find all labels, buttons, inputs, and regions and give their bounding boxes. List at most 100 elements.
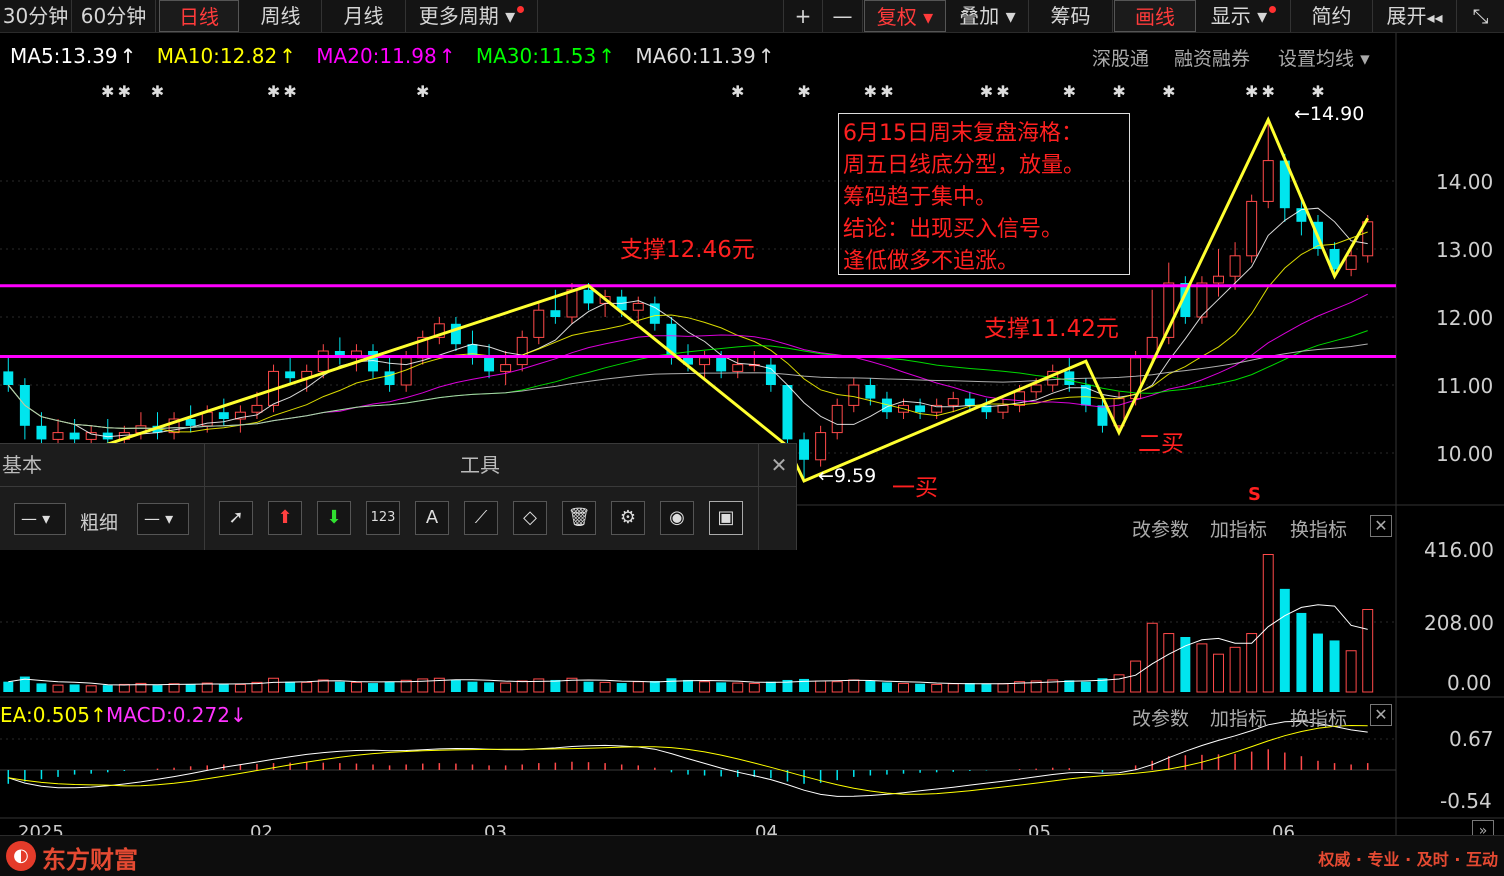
close-icon[interactable]: ✕ <box>1370 704 1392 726</box>
brand-slogan: 权威 · 专业 · 及时 · 互动 <box>1318 850 1498 869</box>
price-axis-tick: 10.00 <box>1436 442 1494 466</box>
support-label-2[interactable]: 支撑11.42元 <box>984 309 1119 343</box>
event-marker-icon: ✱ <box>1112 82 1125 101</box>
volume-bar <box>450 679 461 692</box>
volume-bar <box>915 683 926 692</box>
volume-bar <box>649 681 660 692</box>
event-marker-icon: ✱ <box>101 82 114 101</box>
volume-bar <box>931 683 943 693</box>
volume-bar <box>964 683 975 692</box>
drawing-tools-panel: 基本 工具 ✕ — ▾ 粗细 — ▾ ➚ ⬆ ⬇ 123 A ⟋ ◇ 🗑 ⚙ ◉… <box>0 443 797 550</box>
volume-bar <box>1080 681 1091 692</box>
number-icon[interactable]: 123 <box>366 501 400 535</box>
volume-bar <box>1296 612 1307 692</box>
volume-bar <box>285 681 296 692</box>
pointer-icon[interactable]: ➚ <box>219 501 253 535</box>
volume-axis-tick: 416.00 <box>1424 538 1494 562</box>
candle-body <box>1262 160 1274 202</box>
volume-bar <box>350 681 362 693</box>
line-style-select[interactable]: — ▾ <box>14 503 66 535</box>
event-marker-icon: ✱ <box>864 82 877 101</box>
volume-add-indicator-link[interactable]: 加指标 <box>1210 515 1267 542</box>
candle-body <box>848 384 860 406</box>
candle-body <box>516 336 528 366</box>
event-marker-icon: ✱ <box>1063 82 1076 101</box>
trash-icon[interactable]: 🗑 <box>562 501 596 535</box>
macd-change-param-link[interactable]: 改参数 <box>1132 704 1189 731</box>
gear-icon[interactable]: ⚙ <box>611 501 645 535</box>
volume-bar <box>500 682 512 693</box>
image-icon[interactable]: ▣ <box>709 501 743 535</box>
buy-point-2-label[interactable]: 二买 <box>1138 424 1184 458</box>
close-icon[interactable]: ✕ <box>1370 515 1392 537</box>
candle-body <box>1345 255 1357 270</box>
volume-bar <box>334 681 345 692</box>
volume-bar <box>301 681 313 693</box>
review-note-box[interactable]: 6月15日周末复盘海格： 周五日线底分型，放量。 筹码趋于集中。 结论：出现买入… <box>838 113 1130 275</box>
candle-body <box>384 371 395 385</box>
candle-body <box>500 364 512 372</box>
event-marker-icon: ✱ <box>151 82 164 101</box>
volume-bar <box>152 685 163 692</box>
candle-body <box>865 385 876 399</box>
thickness-select[interactable]: — ▾ <box>137 503 189 535</box>
volume-bar <box>36 683 47 692</box>
support-label-1[interactable]: 支撑12.46元 <box>620 230 755 264</box>
volume-bar <box>632 681 644 693</box>
macd-add-indicator-link[interactable]: 加指标 <box>1210 704 1267 731</box>
close-icon[interactable]: ✕ <box>768 455 790 477</box>
brand-name: 东方财富 <box>42 846 138 874</box>
eraser-icon[interactable]: ◇ <box>513 501 547 535</box>
volume-switch-indicator-link[interactable]: 换指标 <box>1290 515 1347 542</box>
volume-bar <box>1113 674 1125 693</box>
ruler-icon[interactable]: ⟋ <box>464 501 498 535</box>
candle-body <box>732 364 744 372</box>
volume-bar <box>1213 653 1224 693</box>
up-arrow-icon[interactable]: ⬆ <box>268 501 302 535</box>
thickness-label: 粗细 <box>80 512 119 534</box>
kline-chart[interactable]: ✱ ✱ ✱ ✱ ✱ ✱ ✱ ✱ ✱ ✱ ✱ ✱ ✱ ✱ ✱ ✱ ✱ ✱ <box>0 0 1504 875</box>
volume-bar <box>699 681 711 693</box>
candle-body <box>583 289 594 304</box>
volume-bar <box>981 683 992 692</box>
event-marker-icon: ✱ <box>283 82 296 101</box>
tools-tab[interactable]: 工具 <box>460 444 500 486</box>
panel-divider <box>204 444 205 550</box>
high-price-label: ←14.90 <box>1294 103 1365 125</box>
basic-tab[interactable]: 基本 <box>2 444 42 486</box>
event-marker-icon: ✱ <box>1245 82 1258 101</box>
volume-bar <box>467 681 478 692</box>
volume-bar <box>848 679 860 693</box>
event-marker-icon: ✱ <box>996 82 1009 101</box>
volume-bar <box>683 679 693 692</box>
candle-body <box>1246 200 1258 257</box>
volume-change-param-link[interactable]: 改参数 <box>1132 515 1189 542</box>
text-icon[interactable]: A <box>415 501 449 535</box>
candle-body <box>550 310 561 317</box>
macd-axis-tick: 0.67 <box>1449 727 1494 751</box>
candle-body <box>782 385 793 440</box>
macd-switch-indicator-link[interactable]: 换指标 <box>1290 704 1347 731</box>
chevron-down-icon: ▾ <box>42 509 51 528</box>
chevron-down-icon: ▾ <box>165 509 174 528</box>
note-line: 结论：出现买入信号。 <box>843 217 1064 242</box>
down-arrow-icon[interactable]: ⬇ <box>317 501 351 535</box>
volume-bar <box>599 681 611 693</box>
event-marker-icon: ✱ <box>416 82 429 101</box>
volume-bar <box>550 679 561 692</box>
volume-bar <box>317 679 329 693</box>
eye-icon[interactable]: ◉ <box>660 501 694 535</box>
candle-body <box>997 404 1009 413</box>
volume-bar <box>666 678 677 692</box>
buy-point-1-label[interactable]: 一买 <box>892 468 938 502</box>
candle-body <box>36 425 47 440</box>
candle-body <box>185 419 196 426</box>
up-arrow-icon: ↑ <box>89 703 107 727</box>
candle-body <box>947 398 959 406</box>
candle-body <box>632 302 644 311</box>
volume-bar <box>384 681 395 692</box>
app-footer: ◐ 东方财富 权威 · 专业 · 及时 · 互动 <box>0 835 1504 876</box>
volume-bar <box>102 685 113 692</box>
volume-bar <box>516 680 528 693</box>
volume-bar <box>616 683 627 692</box>
